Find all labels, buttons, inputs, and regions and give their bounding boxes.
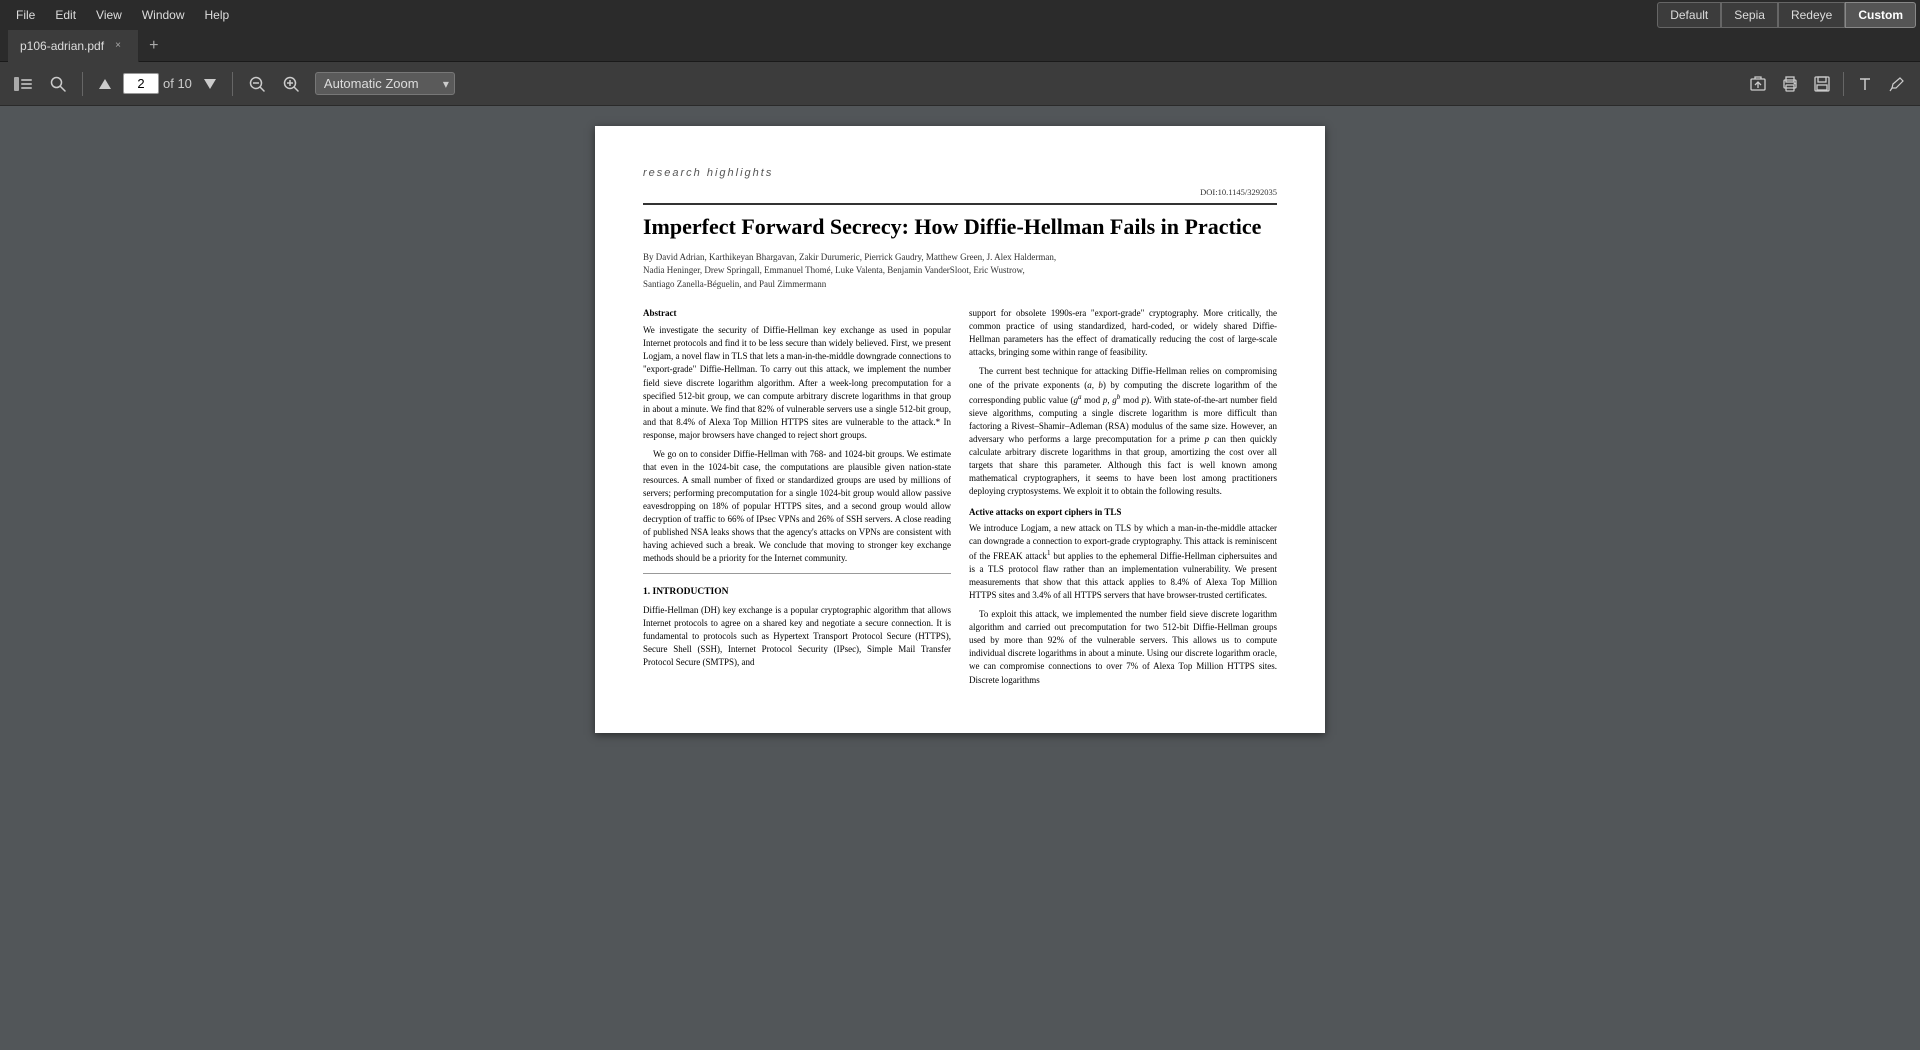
- doi-label: DOI:10.1145/3292035: [643, 187, 1277, 199]
- abstract-col2: support for obsolete 1990s-era "export-g…: [969, 307, 1277, 692]
- print-button[interactable]: [1775, 71, 1805, 97]
- search-button[interactable]: [44, 72, 72, 96]
- research-highlights-label: research highlights: [643, 166, 1277, 181]
- col2-para2: The current best technique for attacking…: [969, 365, 1277, 497]
- zoom-selector-wrap: Automatic Zoom Actual Size Page Fit Page…: [315, 72, 455, 95]
- menu-item-file[interactable]: File: [8, 4, 43, 26]
- open-file-icon: [1749, 75, 1767, 93]
- abstract-heading: Abstract: [643, 307, 951, 320]
- active-attacks-heading: Active attacks on export ciphers in TLS: [969, 506, 1277, 519]
- menu-item-view[interactable]: View: [88, 4, 130, 26]
- toolbar: of 10 Automatic Zoom Actual Size Page Fi…: [0, 62, 1920, 106]
- zoom-in-button[interactable]: [277, 72, 305, 96]
- zoom-out-icon: [249, 76, 265, 92]
- text-tool-icon: [1856, 75, 1874, 93]
- prev-page-button[interactable]: [93, 75, 117, 93]
- abstract-col1: Abstract We investigate the security of …: [643, 307, 951, 692]
- intro-heading: 1. INTRODUCTION: [643, 586, 951, 600]
- separator-3: [1843, 72, 1844, 96]
- page-number-input[interactable]: [123, 73, 159, 94]
- authors: By David Adrian, Karthikeyan Bhargavan, …: [643, 251, 1277, 292]
- annotate-button[interactable]: [1882, 71, 1912, 97]
- page-navigation: of 10: [123, 73, 192, 94]
- col-divider: [643, 573, 951, 574]
- scheme-sepia-button[interactable]: Sepia: [1721, 2, 1778, 28]
- search-icon: [50, 76, 66, 92]
- prev-page-icon: [99, 79, 111, 89]
- color-scheme-bar: Default Sepia Redeye Custom: [1653, 0, 1920, 30]
- menu-item-help[interactable]: Help: [197, 4, 238, 26]
- menu-item-edit[interactable]: Edit: [47, 4, 84, 26]
- save-icon: [1813, 75, 1831, 93]
- sidebar-toggle-button[interactable]: [8, 73, 38, 95]
- abstract-section: Abstract We investigate the security of …: [643, 307, 1277, 692]
- text-tool-button[interactable]: [1850, 71, 1880, 97]
- zoom-out-button[interactable]: [243, 72, 271, 96]
- scheme-custom-button[interactable]: Custom: [1845, 2, 1916, 28]
- scheme-default-button[interactable]: Default: [1657, 2, 1721, 28]
- menu-item-window[interactable]: Window: [134, 4, 193, 26]
- col2-para3: We introduce Logjam, a new attack on TLS…: [969, 522, 1277, 602]
- pdf-page: research highlights DOI:10.1145/3292035 …: [595, 126, 1325, 733]
- sidebar-icon: [14, 77, 32, 91]
- open-file-button[interactable]: [1743, 71, 1773, 97]
- scheme-redeye-button[interactable]: Redeye: [1778, 2, 1845, 28]
- save-button[interactable]: [1807, 71, 1837, 97]
- next-page-icon: [204, 79, 216, 89]
- pdf-tab[interactable]: p106-adrian.pdf ×: [8, 30, 139, 62]
- zoom-in-icon: [283, 76, 299, 92]
- tab-close-button[interactable]: ×: [110, 38, 126, 54]
- toolbar-right-buttons: [1743, 71, 1912, 97]
- annotate-icon: [1888, 75, 1906, 93]
- tab-label: p106-adrian.pdf: [20, 39, 104, 53]
- separator-2: [232, 72, 233, 96]
- col2-para1: support for obsolete 1990s-era "export-g…: [969, 307, 1277, 359]
- print-icon: [1781, 75, 1799, 93]
- menu-bar: File Edit View Window Help Default Sepia…: [0, 0, 1920, 30]
- zoom-dropdown[interactable]: Automatic Zoom Actual Size Page Fit Page…: [315, 72, 455, 95]
- pdf-container[interactable]: research highlights DOI:10.1145/3292035 …: [0, 106, 1920, 1050]
- col2-para4: To exploit this attack, we implemented t…: [969, 608, 1277, 686]
- abstract-para1: We investigate the security of Diffie-He…: [643, 324, 951, 441]
- page-total-label: of 10: [163, 76, 192, 91]
- tab-bar: p106-adrian.pdf × +: [0, 30, 1920, 62]
- paper-title: Imperfect Forward Secrecy: How Diffie-He…: [643, 203, 1277, 241]
- intro-para1: Diffie-Hellman (DH) key exchange is a po…: [643, 604, 951, 669]
- separator-1: [82, 72, 83, 96]
- next-page-button[interactable]: [198, 75, 222, 93]
- new-tab-button[interactable]: +: [139, 30, 168, 62]
- abstract-para2: We go on to consider Diffie-Hellman with…: [643, 448, 951, 565]
